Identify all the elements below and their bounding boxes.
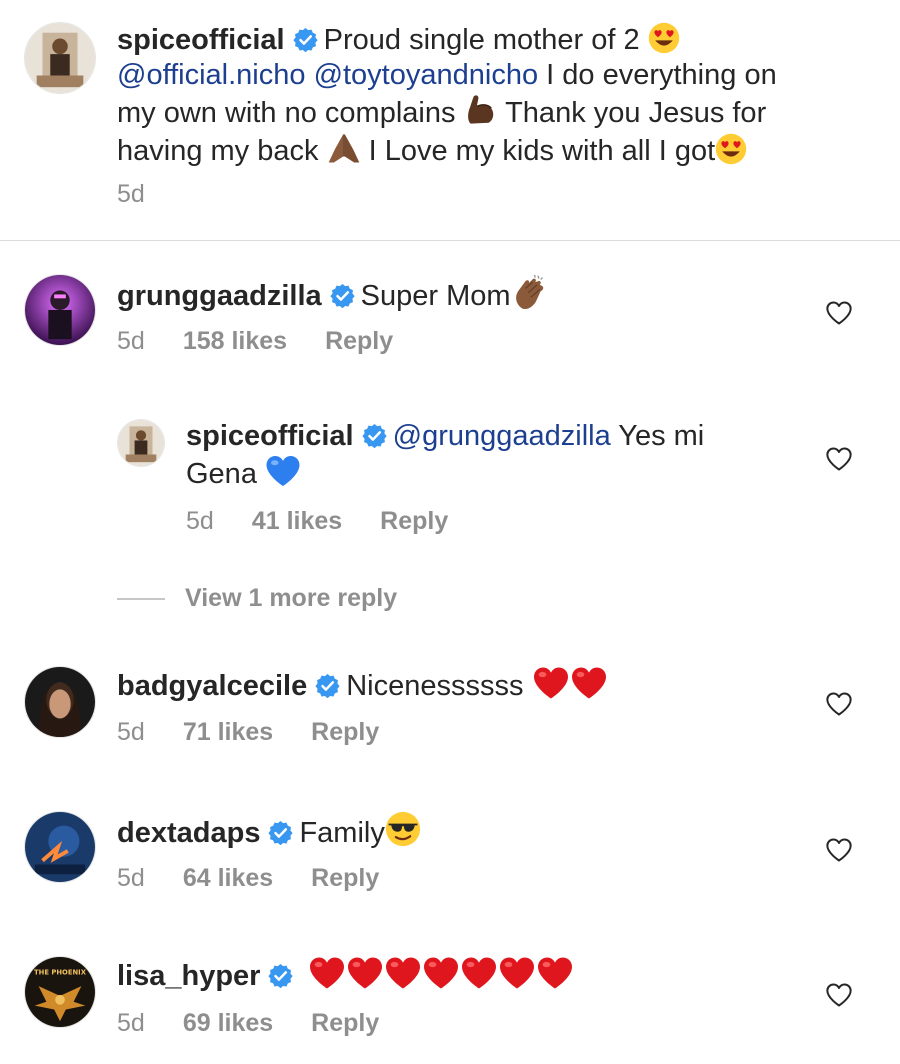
avatar-spiceofficial[interactable]	[24, 22, 96, 94]
red-heart-emoji-icon	[498, 956, 536, 990]
comment-dextadaps: dextadaps Family	[117, 811, 797, 851]
comment-timestamp: 5d	[117, 327, 145, 355]
red-heart-emoji-icon	[460, 956, 498, 990]
caption-timestamp: 5d	[117, 180, 145, 208]
caption-line1: Proud single mother of 2	[323, 24, 640, 56]
reply-likes[interactable]: 41 likes	[252, 507, 342, 536]
heart-outline-icon[interactable]	[825, 982, 853, 1008]
caption-meta: 5d	[117, 180, 145, 209]
caption-line3a: my own with no complains	[117, 97, 456, 129]
verified-badge-icon	[362, 423, 387, 448]
mention-toytoyandnicho[interactable]: @toytoyandnicho	[314, 59, 539, 91]
folded-hands-emoji-icon	[327, 131, 361, 165]
comment-likes[interactable]: 64 likes	[183, 864, 273, 893]
avatar-caption-text: THE PHOENIX	[34, 969, 87, 977]
red-heart-emoji-icon	[346, 956, 384, 990]
comment-meta: 5d 71 likes Reply	[117, 718, 379, 747]
mention-grunggaadzilla[interactable]: @grunggaadzilla	[393, 420, 611, 452]
reply-button[interactable]: Reply	[380, 507, 448, 536]
comment-username[interactable]: grunggaadzilla	[117, 280, 322, 312]
comment-username[interactable]: badgyalcecile	[117, 670, 307, 702]
comment-likes[interactable]: 69 likes	[183, 1009, 273, 1038]
red-heart-emoji-icon	[384, 956, 422, 990]
comment-username[interactable]: lisa_hyper	[117, 960, 260, 992]
comment-username[interactable]: dextadaps	[117, 817, 260, 849]
reply-spiceofficial: spiceofficial @grunggaadzilla Yes mi Gena	[186, 419, 786, 492]
comment-badgyalcecile: badgyalcecile Nicenessssss	[117, 666, 797, 704]
comment-meta: 5d 158 likes Reply	[117, 327, 393, 356]
comment-timestamp: 5d	[117, 718, 145, 746]
caption-text: spiceofficial Proud single mother of 2 @o…	[117, 22, 877, 169]
comment-likes[interactable]: 71 likes	[183, 718, 273, 747]
reply-text-2: Gena	[186, 458, 257, 490]
reply-button[interactable]: Reply	[325, 327, 393, 356]
mention-official-nicho[interactable]: @official.nicho	[117, 59, 306, 91]
avatar-spiceofficial[interactable]	[117, 419, 165, 467]
verified-badge-icon	[330, 283, 355, 308]
comment-timestamp: 5d	[117, 1009, 145, 1037]
red-heart-emoji-icon	[422, 956, 460, 990]
sunglasses-face-emoji-icon	[385, 811, 421, 847]
reply-timestamp: 5d	[186, 507, 214, 535]
red-heart-emoji-icon	[536, 956, 574, 990]
red-heart-emoji-icon	[308, 956, 346, 990]
caption-username[interactable]: spiceofficial	[117, 24, 285, 56]
divider	[0, 240, 900, 241]
avatar-lisa-hyper[interactable]: THE PHOENIX	[24, 956, 96, 1028]
reply-button[interactable]: Reply	[311, 1009, 379, 1038]
verified-badge-icon	[293, 27, 318, 52]
verified-badge-icon	[315, 673, 340, 698]
avatar-dextadaps[interactable]	[24, 811, 96, 883]
heart-eyes-emoji-icon	[715, 133, 747, 165]
reply-username[interactable]: spiceofficial	[186, 420, 354, 452]
reply-meta: 5d 41 likes Reply	[186, 507, 448, 536]
comment-meta: 5d 69 likes Reply	[117, 1009, 379, 1038]
blue-heart-emoji-icon	[265, 454, 301, 488]
caption-line2-text: I do everything on	[546, 59, 777, 91]
caption-line4a: having my back	[117, 135, 319, 167]
comment-lisa-hyper: lisa_hyper	[117, 956, 817, 994]
heart-outline-icon[interactable]	[825, 300, 853, 326]
clapping-hands-emoji-icon	[511, 274, 547, 310]
comment-text: Super Mom	[360, 280, 511, 312]
flexed-biceps-emoji-icon	[464, 93, 498, 127]
avatar-grunggaadzilla[interactable]	[24, 274, 96, 346]
reply-button[interactable]: Reply	[311, 718, 379, 747]
reply-text-1: Yes mi	[618, 420, 705, 452]
caption-line3b: Thank you Jesus for	[505, 97, 767, 129]
red-heart-emoji-icon	[570, 666, 608, 700]
heart-eyes-emoji-icon	[648, 22, 680, 54]
verified-badge-icon	[268, 820, 293, 845]
heart-outline-icon[interactable]	[825, 691, 853, 717]
verified-badge-icon	[268, 963, 293, 988]
heart-outline-icon[interactable]	[825, 446, 853, 472]
comment-meta: 5d 64 likes Reply	[117, 864, 379, 893]
heart-outline-icon[interactable]	[825, 837, 853, 863]
comment-likes[interactable]: 158 likes	[183, 327, 287, 356]
comment-timestamp: 5d	[117, 864, 145, 892]
red-heart-emoji-icon	[532, 666, 570, 700]
caption-line4b: I Love my kids with all I got	[368, 135, 716, 167]
reply-button[interactable]: Reply	[311, 864, 379, 893]
view-more-label: View 1 more reply	[185, 584, 398, 612]
comment-text: Family	[299, 817, 385, 849]
view-more-line	[117, 597, 165, 600]
comment-text: Nicenessssss	[346, 670, 524, 702]
comment-grunggaadzilla: grunggaadzilla Super Mom	[117, 274, 797, 314]
view-more-replies-button[interactable]: View 1 more reply	[117, 584, 397, 613]
avatar-badgyalcecile[interactable]	[24, 666, 96, 738]
